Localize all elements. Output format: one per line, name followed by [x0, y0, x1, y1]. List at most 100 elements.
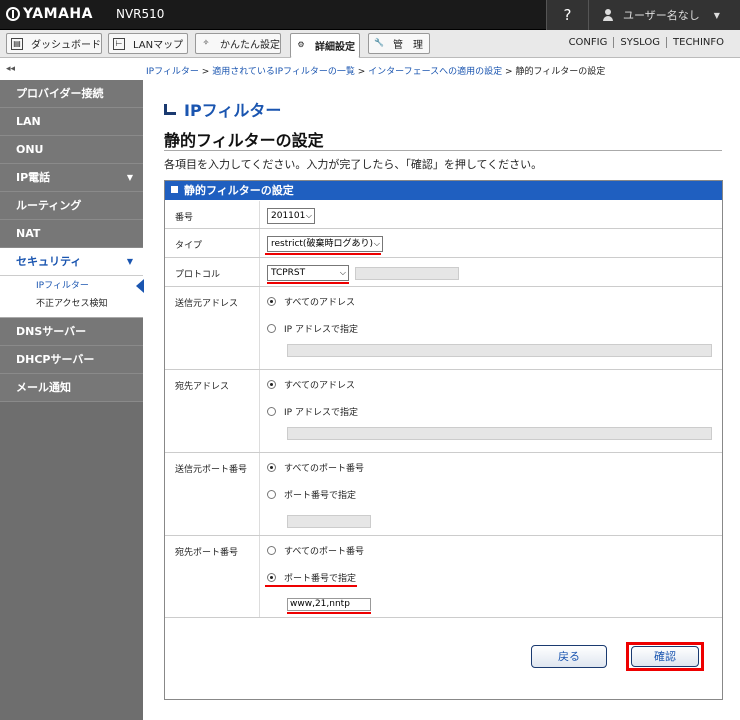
dashboard-label: ダッシュボード	[31, 40, 101, 51]
chevron-down-icon: ▼	[126, 257, 133, 266]
breadcrumb: IPフィルター > 適用されているIPフィルターの一覧 > インターフェースへの…	[146, 64, 605, 77]
src-address-row: 送信元アドレス すべてのアドレス IP アドレスで指定	[165, 287, 722, 370]
techinfo-link[interactable]: TECHINFO	[666, 37, 730, 48]
gear-icon: ⚙	[297, 39, 305, 49]
sidebar-item-ip-phone[interactable]: IP電話 ▼	[0, 164, 143, 192]
form-title: 静的フィルターの設定	[184, 184, 294, 197]
radio-unselected-icon	[267, 407, 276, 416]
breadcrumb-item[interactable]: 適用されているIPフィルターの一覧	[212, 67, 355, 77]
menu-bar: ▤ ダッシュボード ⊢ LANマップ ✧ かんたん設定 ⚙ 詳細設定 🔧 管 理…	[0, 30, 740, 58]
row-divider	[259, 201, 260, 228]
yamaha-logo-icon	[6, 7, 20, 21]
page-heading: IPフィルター 静的フィルターの設定	[164, 97, 324, 151]
section-title: IPフィルター	[164, 97, 324, 121]
src-address-specify-radio[interactable]: IP アドレスで指定	[267, 322, 358, 335]
dst-port-all-radio[interactable]: すべてのポート番号	[267, 544, 364, 557]
src-port-specify-radio[interactable]: ポート番号で指定	[267, 488, 356, 501]
radio-label: すべてのアドレス	[284, 381, 356, 391]
protocol-number-input[interactable]	[355, 267, 459, 280]
sidebar-item-nat[interactable]: NAT	[0, 220, 143, 248]
type-select[interactable]: restrict(破棄時ログあり) ⌵	[267, 236, 383, 252]
dst-port-specify-radio[interactable]: ポート番号で指定	[267, 571, 356, 584]
confirm-highlight: 確認	[626, 642, 704, 671]
section-title-text: IPフィルター	[184, 101, 282, 120]
confirm-button[interactable]: 確認	[631, 646, 699, 667]
user-menu[interactable]: ユーザー名なし ▼	[588, 0, 740, 30]
dst-address-all-radio[interactable]: すべてのアドレス	[267, 378, 355, 391]
config-link[interactable]: CONFIG	[563, 37, 614, 48]
src-address-all-radio[interactable]: すべてのアドレス	[267, 295, 355, 308]
management-button[interactable]: 🔧 管 理	[368, 33, 430, 54]
dashboard-button[interactable]: ▤ ダッシュボード	[6, 33, 102, 54]
sidebar-item-dns[interactable]: DNSサーバー	[0, 318, 143, 346]
sidebar-subitem-intrusion-detection[interactable]: 不正アクセス検知	[0, 295, 143, 313]
src-port-input[interactable]	[287, 515, 371, 528]
user-name: ユーザー名なし	[623, 9, 700, 22]
dst-port-label: 宛先ポート番号	[175, 548, 239, 558]
sidebar-subitem-ip-filter[interactable]: IPフィルター	[0, 277, 144, 295]
radio-selected-icon	[267, 380, 276, 389]
protocol-row: プロトコル TCPRST ⌵	[165, 258, 722, 287]
number-row: 番号 201101 ⌵	[165, 201, 722, 229]
chevron-down-icon: ▼	[713, 10, 720, 20]
protocol-label: プロトコル	[175, 270, 221, 280]
radio-selected-icon	[267, 573, 276, 582]
sidebar-item-provider[interactable]: プロバイダー接続	[0, 80, 143, 108]
type-label: タイプ	[175, 241, 203, 251]
user-icon	[603, 9, 613, 21]
src-port-row: 送信元ポート番号 すべてのポート番号 ポート番号で指定	[165, 453, 722, 536]
advanced-settings-label: 詳細設定	[315, 42, 355, 53]
page-title: 静的フィルターの設定	[164, 131, 324, 150]
chevron-down-icon: ⌵	[373, 239, 380, 248]
breadcrumb-item[interactable]: IPフィルター	[146, 67, 199, 77]
lan-map-label: LANマップ	[133, 40, 184, 51]
help-button[interactable]: ?	[546, 0, 588, 30]
radio-unselected-icon	[267, 490, 276, 499]
syslog-link[interactable]: SYSLOG	[613, 37, 666, 48]
sidebar-item-lan[interactable]: LAN	[0, 108, 143, 136]
src-port-all-radio[interactable]: すべてのポート番号	[267, 461, 364, 474]
breadcrumb-item[interactable]: インターフェースへの適用の設定	[368, 67, 502, 77]
protocol-select[interactable]: TCPRST ⌵	[267, 265, 349, 281]
title-divider	[164, 150, 722, 151]
static-filter-form: 静的フィルターの設定 番号 201101 ⌵ タイプ restrict(破棄時ロ…	[164, 180, 723, 700]
dst-port-input[interactable]: www,21,nntp	[287, 598, 371, 611]
chevron-down-icon: ⌵	[339, 268, 346, 277]
dst-address-specify-radio[interactable]: IP アドレスで指定	[267, 405, 358, 418]
section-icon	[164, 103, 176, 115]
row-divider	[259, 229, 260, 257]
sidebar-item-mail[interactable]: メール通知	[0, 374, 143, 402]
easy-setup-button[interactable]: ✧ かんたん設定	[195, 33, 281, 54]
advanced-settings-tab[interactable]: ⚙ 詳細設定	[290, 33, 360, 58]
sidebar-item-dhcp[interactable]: DHCPサーバー	[0, 346, 143, 374]
lan-map-button[interactable]: ⊢ LANマップ	[108, 33, 188, 54]
sidebar-item-label: IP電話	[16, 171, 51, 184]
dst-address-input[interactable]	[287, 427, 712, 440]
sidebar: プロバイダー接続 LAN ONU IP電話 ▼ ルーティング NAT セキュリテ…	[0, 80, 144, 720]
radio-label: すべてのポート番号	[284, 464, 365, 474]
square-icon	[171, 186, 178, 193]
row-divider	[259, 370, 260, 452]
breadcrumb-separator: >	[505, 67, 513, 77]
src-address-label: 送信元アドレス	[175, 299, 239, 309]
top-bar: YAMAHA NVR510 ? ユーザー名なし ▼	[0, 0, 740, 30]
chevron-down-icon: ⌵	[305, 211, 312, 220]
number-select[interactable]: 201101 ⌵	[267, 208, 315, 224]
row-divider	[259, 536, 260, 617]
number-label: 番号	[175, 213, 194, 223]
sidebar-item-security[interactable]: セキュリティ ▼	[0, 248, 143, 276]
sidebar-item-onu[interactable]: ONU	[0, 136, 143, 164]
row-divider	[259, 258, 260, 286]
back-button[interactable]: 戻る	[531, 645, 607, 668]
src-address-input[interactable]	[287, 344, 712, 357]
radio-label: すべてのアドレス	[284, 298, 356, 308]
form-header: 静的フィルターの設定	[165, 181, 722, 200]
protocol-value: TCPRST	[271, 268, 306, 278]
wand-icon: ✧	[202, 37, 210, 47]
sidebar-item-routing[interactable]: ルーティング	[0, 192, 143, 220]
breadcrumb-current: 静的フィルターの設定	[515, 67, 606, 77]
brand-logo: YAMAHA	[6, 6, 93, 22]
radio-unselected-icon	[267, 546, 276, 555]
collapse-sidebar-button[interactable]: ◂◂	[6, 64, 15, 74]
radio-label: IP アドレスで指定	[284, 325, 358, 335]
